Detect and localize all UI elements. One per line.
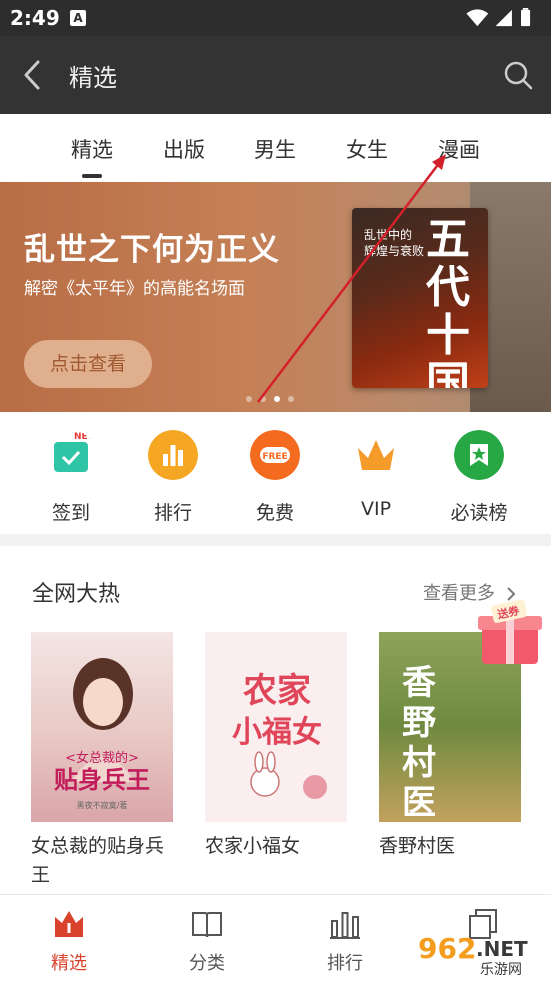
banner-view-button[interactable]: 点击查看 <box>24 340 152 388</box>
quick-ranking-label: 排行 <box>153 502 192 524</box>
nav-featured[interactable]: 精选 <box>29 907 109 975</box>
carousel-dots <box>246 387 302 402</box>
carousel-dot <box>246 396 252 402</box>
watermark-net: .NET <box>476 937 528 961</box>
tab-featured[interactable]: 精选 <box>52 134 132 164</box>
watermark-number: 962 <box>418 932 476 965</box>
status-icons <box>466 8 531 27</box>
quick-vip[interactable]: VIP <box>331 430 421 520</box>
cover-big-title: 五代十国 <box>426 214 470 389</box>
svg-text:农家: 农家 <box>243 671 311 711</box>
nav-ranking-label: 排行 <box>327 953 363 974</box>
quick-vip-label: VIP <box>360 498 392 520</box>
signal-icon <box>495 9 512 27</box>
tab-indicator <box>82 174 102 178</box>
hot-section: 全网大热 查看更多 <女总裁的> 贴身兵王 黑夜不寂寞/著 女总裁的贴身兵王 农… <box>0 546 551 894</box>
watermark-cn: 乐游网 <box>480 962 522 976</box>
quick-sign-in-label: 签到 <box>51 502 90 524</box>
svg-text:香: 香 <box>402 663 436 703</box>
status-bar: 2:49 A <box>0 0 551 36</box>
crown-book-icon <box>55 911 83 937</box>
quick-free[interactable]: FREE 免费 <box>230 430 320 525</box>
svg-text:医: 医 <box>402 783 436 822</box>
book-title: 农家小福女 <box>205 835 301 857</box>
book-cover: <女总裁的> 贴身兵王 黑夜不寂寞/著 <box>31 632 173 822</box>
tab-published[interactable]: 出版 <box>144 134 224 164</box>
cover-author: 黑夜不寂寞/著 <box>77 800 128 810</box>
bar-chart-icon <box>148 430 198 480</box>
quick-ranking[interactable]: 排行 <box>128 430 218 525</box>
nav-category[interactable]: 分类 <box>167 907 247 975</box>
carousel-dot <box>288 396 294 402</box>
search-icon[interactable] <box>503 60 533 90</box>
title-bar: 精选 <box>0 36 551 114</box>
bar-chart-icon <box>330 912 360 939</box>
quick-free-label: 免费 <box>255 502 294 524</box>
new-badge: NEW <box>74 432 96 442</box>
carousel-dot <box>260 396 266 402</box>
book-card[interactable]: 农家 小福女 农家小福女 <box>205 632 347 861</box>
book-card[interactable]: <女总裁的> 贴身兵王 黑夜不寂寞/著 女总裁的贴身兵王 <box>31 632 173 890</box>
crown-icon <box>358 440 394 470</box>
wifi-icon <box>466 9 489 27</box>
carousel-dot-active <box>274 396 280 402</box>
svg-text:野: 野 <box>402 703 436 743</box>
status-time: 2:49 <box>10 6 60 30</box>
tab-male[interactable]: 男生 <box>235 134 315 164</box>
nav-ranking[interactable]: 排行 <box>305 907 385 975</box>
book-cover: 农家 小福女 <box>205 632 347 822</box>
cover-art: <女总裁的> 贴身兵王 黑夜不寂寞/著 <box>54 658 150 810</box>
tab-comics[interactable]: 漫画 <box>419 134 499 164</box>
star-bookmark-icon <box>454 430 504 480</box>
nav-category-label: 分类 <box>189 953 225 974</box>
cover-line-1: 乱世中的 <box>364 228 413 242</box>
banner-subtitle: 解密《太平年》的高能名场面 <box>24 279 245 299</box>
tab-female[interactable]: 女生 <box>327 134 407 164</box>
section-title: 全网大热 <box>32 582 121 607</box>
svg-text:<女总裁的>: <女总裁的> <box>65 750 139 766</box>
book-title: 香野村医 <box>379 835 456 857</box>
calendar-check-icon: NEW <box>54 432 98 472</box>
free-badge: FREE <box>262 452 287 462</box>
svg-text:贴身兵王: 贴身兵王 <box>54 766 150 794</box>
promo-banner[interactable]: 乱世之下何为正义 解密《太平年》的高能名场面 点击查看 乱世中的 辉煌与衰败 五… <box>0 182 551 412</box>
site-watermark: 962 .NET 乐游网 <box>418 932 528 976</box>
free-icon: FREE <box>250 430 300 480</box>
quick-must-read-label: 必读榜 <box>450 502 508 524</box>
svg-text:小福女: 小福女 <box>232 715 322 750</box>
book-title: 女总裁的贴身兵王 <box>31 835 165 886</box>
banner-book-cover[interactable]: 乱世中的 辉煌与衰败 五代十国 <box>352 208 488 388</box>
category-tabs: 精选 出版 男生 女生 漫画 <box>0 114 551 182</box>
notification-icon: A <box>70 10 86 26</box>
nav-featured-label: 精选 <box>51 953 87 974</box>
cover-art: 农家 小福女 <box>232 671 327 799</box>
banner-title: 乱世之下何为正义 <box>24 232 280 268</box>
open-book-icon <box>192 912 222 938</box>
quick-must-read[interactable]: 必读榜 <box>434 430 524 525</box>
page-title: 精选 <box>69 64 117 92</box>
gift-coupon-icon[interactable]: 送券 <box>470 596 550 676</box>
svg-text:村: 村 <box>402 743 436 783</box>
battery-icon <box>521 9 531 27</box>
back-icon[interactable] <box>18 58 48 92</box>
quick-sign-in[interactable]: NEW 签到 <box>26 430 116 525</box>
quick-entries: NEW 签到 排行 FREE 免费 VIP 必读榜 <box>0 412 551 534</box>
